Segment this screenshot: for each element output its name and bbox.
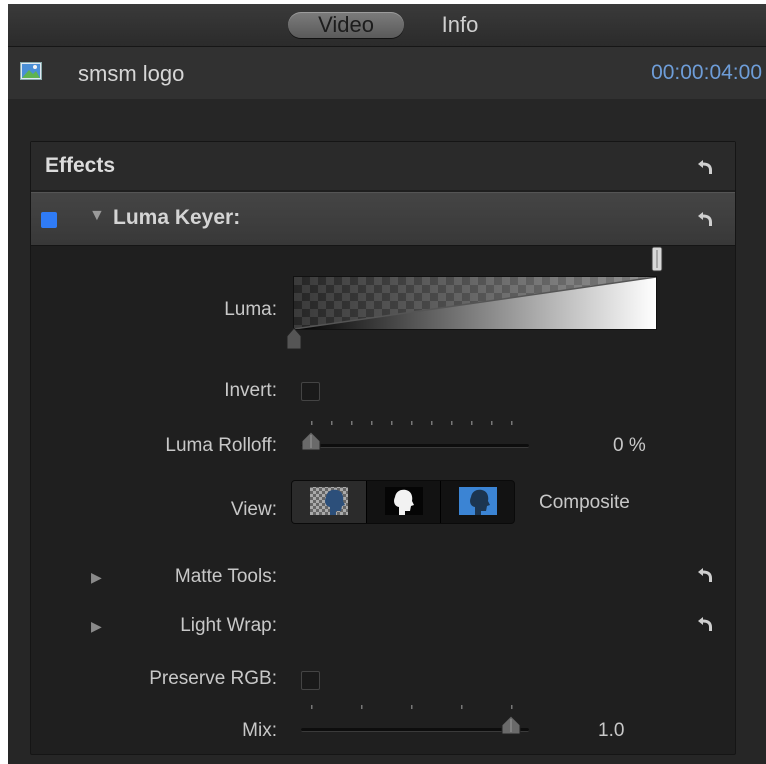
- luma-rolloff-slider-knob[interactable]: [301, 431, 321, 456]
- effects-header: Effects: [31, 142, 735, 190]
- luma-rolloff-label: Luma Rolloff:: [165, 435, 277, 456]
- tab-bar: Video Info: [8, 4, 766, 47]
- luma-keyer-header: ▼ Luma Keyer:: [31, 192, 735, 246]
- clip-header: smsm logo 00:00:04:00: [8, 47, 766, 99]
- mix-label: Mix:: [242, 720, 277, 741]
- preserve-rgb-checkbox[interactable]: [301, 671, 320, 690]
- mix-value[interactable]: 1.0: [598, 720, 624, 742]
- clip-duration: 00:00:04:00: [651, 61, 762, 84]
- clip-name: smsm logo: [78, 61, 185, 86]
- effects-section: Effects ▼ Luma Keyer: Luma: Invert: Luma…: [30, 141, 736, 755]
- luma-label: Luma:: [224, 299, 277, 320]
- reset-luma-keyer-icon[interactable]: [695, 208, 717, 230]
- luma-keyer-enable-checkbox[interactable]: [41, 212, 57, 228]
- view-matte-button[interactable]: [366, 481, 441, 523]
- reset-matte-tools-icon[interactable]: [695, 564, 717, 586]
- light-wrap-label: Light Wrap:: [180, 615, 277, 636]
- view-mode-text: Composite: [539, 492, 630, 513]
- mix-ticks: [311, 705, 513, 709]
- luma-rolloff-ticks: [311, 421, 513, 425]
- view-label: View:: [230, 499, 277, 520]
- view-segmented-control: [291, 480, 515, 524]
- invert-label: Invert:: [224, 380, 277, 401]
- invert-checkbox[interactable]: [301, 382, 320, 401]
- matte-tools-label: Matte Tools:: [174, 566, 277, 587]
- luma-rolloff-slider-track[interactable]: [301, 444, 529, 448]
- disclosure-triangle-down-icon[interactable]: ▼: [89, 207, 105, 225]
- luma-low-handle[interactable]: [286, 327, 302, 355]
- luma-rolloff-value[interactable]: 0 %: [613, 435, 646, 457]
- reset-light-wrap-icon[interactable]: [695, 613, 717, 635]
- luma-high-handle[interactable]: [651, 246, 663, 277]
- image-icon: [20, 62, 42, 80]
- tab-video[interactable]: Video: [288, 12, 404, 38]
- mix-slider-knob[interactable]: [501, 715, 521, 740]
- inspector-panel: Video Info smsm logo 00:00:04:00 Effects…: [8, 4, 766, 764]
- reset-effects-icon[interactable]: [695, 156, 717, 178]
- mix-slider-track[interactable]: [301, 728, 529, 732]
- luma-keyer-title: Luma Keyer:: [113, 206, 241, 229]
- preserve-rgb-label: Preserve RGB:: [149, 668, 277, 689]
- view-composite-button[interactable]: [292, 481, 366, 523]
- effects-title: Effects: [45, 154, 116, 177]
- view-original-button[interactable]: [440, 481, 514, 523]
- tab-info[interactable]: Info: [432, 12, 488, 38]
- luma-gradient-control[interactable]: [293, 276, 657, 330]
